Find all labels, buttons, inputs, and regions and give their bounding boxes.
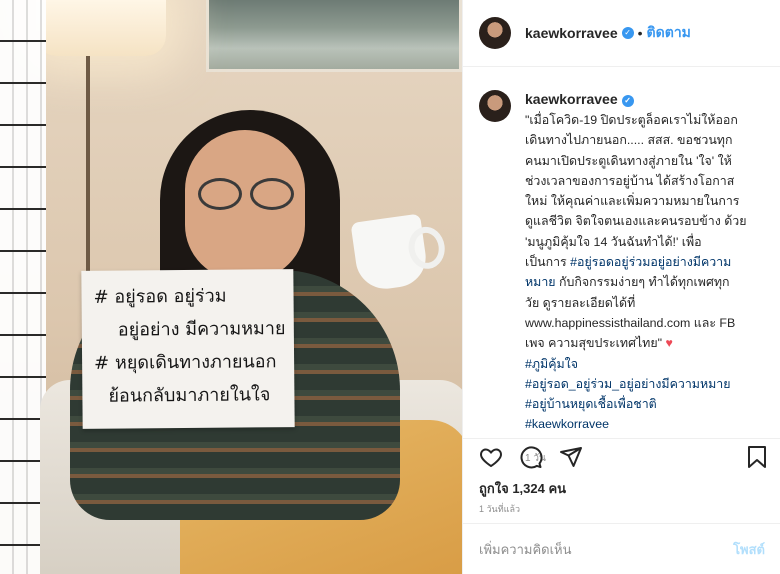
post-header: kaewkorravee ✓ • ติดตาม	[463, 0, 780, 67]
wall-painting	[206, 0, 462, 72]
hashtag-link[interactable]: หมาย	[525, 275, 556, 289]
comment-icon[interactable]	[519, 445, 543, 469]
action-bar	[479, 440, 769, 474]
lamp-shade	[36, 0, 166, 56]
caption-line: ใหม่ ให้คุณค่าและเพิ่มความหมายในการ	[525, 194, 740, 209]
caption-avatar[interactable]	[479, 90, 511, 122]
caption-line: คนมาเปิดประตูเดินทางสู่ภายใน 'ใจ' ให้	[525, 153, 732, 168]
glasses	[198, 178, 298, 212]
caption-text: เป็นการ	[525, 255, 571, 270]
follow-button[interactable]: ติดตาม	[647, 22, 691, 44]
post-comment-button[interactable]: โพสต์	[733, 539, 765, 560]
divider	[463, 438, 780, 439]
caption-text: เพจ ความสุขประเทศไทย"	[525, 336, 666, 351]
hashtag-link[interactable]: #kaewkorravee	[525, 414, 765, 434]
bookmark-icon[interactable]	[745, 445, 769, 469]
caption-line: เพจ ความสุขประเทศไทย" ♥	[525, 333, 765, 353]
verified-badge-icon: ✓	[621, 95, 634, 107]
heart-icon[interactable]	[479, 445, 503, 469]
likes-count[interactable]: ถูกใจ 1,324 คน	[479, 478, 566, 499]
caption-line: "เมื่อโควิด-19 ปิดประตูล็อคเราไม่ให้ออก	[525, 113, 738, 127]
caption-line: เป็นการ #อยู่รอดอยู่ร่วมอยู่อย่างมีความ	[525, 252, 765, 272]
verified-badge-icon: ✓	[621, 27, 634, 39]
caption-line: 'มนูภูมิคุ้มใจ 14 วันฉันทำได้!' เพื่อ	[525, 234, 702, 249]
sign-line: อยู่อย่าง มีความหมาย	[117, 318, 286, 341]
post-photo[interactable]: # อยู่รอด อยู่ร่วม อยู่อย่าง มีความหมาย …	[0, 0, 462, 574]
comment-input[interactable]: เพิ่มความคิดเห็น	[479, 539, 733, 560]
hashtag-link[interactable]: #ภูมิคุ้มใจ	[525, 354, 765, 374]
header-separator: •	[637, 25, 643, 41]
hashtag-link[interactable]: #อยู่รอดอยู่ร่วมอยู่อย่างมีความ	[570, 255, 731, 269]
caption-line: เดินทางไปภายนอก..... สสส. ขอชวนทุก	[525, 133, 733, 148]
post-sidebar: kaewkorravee ✓ • ติดตาม kaewkorravee ✓ "เ…	[462, 0, 780, 574]
caption-line: วัย ดูรายละเอียดได้ที่	[525, 295, 636, 310]
caption-username[interactable]: kaewkorravee	[525, 91, 618, 107]
hashtag-link[interactable]: #อยู่รอด_อยู่ร่วม_อยู่อย่างมีความหมาย	[525, 374, 765, 394]
sign-line: # อยู่รอด อยู่ร่วม	[93, 285, 227, 308]
sign-line: ย้อนกลับมาภายในใจ	[108, 384, 271, 407]
hashtag-link[interactable]: #อยู่บ้านหยุดเชื้อเพื่อชาติ	[525, 394, 765, 414]
post-timestamp[interactable]: 1 วันที่แล้ว	[479, 502, 520, 516]
caption-line: www.happinessisthailand.com และ FB	[525, 315, 736, 330]
comment-box: เพิ่มความคิดเห็น โพสต์	[463, 523, 780, 574]
caption-line: ช่วงเวลาของการอยู่บ้าน ได้สร้างโอกาส	[525, 173, 735, 188]
caption-username-wrap: kaewkorravee ✓	[525, 90, 765, 108]
sign-line: # หยุดเดินทางภายนอก	[94, 351, 277, 374]
avatar[interactable]	[479, 17, 511, 49]
share-icon[interactable]	[559, 445, 583, 469]
caption-line: หมาย กับกิจกรรมง่ายๆ ทำได้ทุกเพศทุก	[525, 272, 765, 292]
caption: kaewkorravee ✓ "เมื่อโควิด-19 ปิดประตูล็อ…	[525, 90, 765, 464]
heart-emoji-icon: ♥	[665, 336, 673, 351]
caption-line: ดูแลชีวิต จิตใจตนเองและคนรอบข้าง ด้วย	[525, 214, 747, 229]
caption-text: กับกิจกรรมง่ายๆ ทำได้ทุกเพศทุก	[555, 275, 730, 290]
header-username[interactable]: kaewkorravee	[525, 25, 618, 41]
caption-area: kaewkorravee ✓ "เมื่อโควิด-19 ปิดประตูล็อ…	[463, 68, 780, 464]
handwritten-sign: # อยู่รอด อยู่ร่วม อยู่อย่าง มีความหมาย …	[81, 269, 295, 429]
